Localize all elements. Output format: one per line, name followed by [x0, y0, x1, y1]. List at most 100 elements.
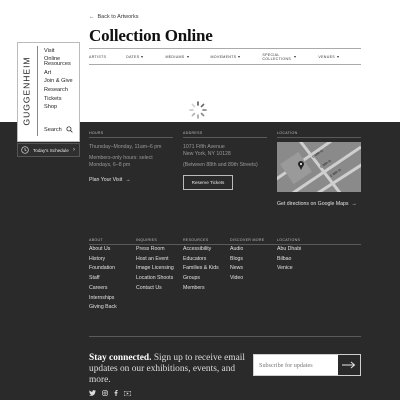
- location-header: LOCATION: [277, 131, 298, 135]
- facebook-icon[interactable]: [114, 390, 118, 396]
- divider: [89, 336, 361, 337]
- footer-link[interactable]: Careers: [89, 284, 117, 294]
- divider: [37, 46, 38, 136]
- arrow-right-icon: →: [125, 177, 131, 183]
- back-to-artworks-link[interactable]: ← Back to Artworks: [89, 14, 138, 20]
- footer-column-header: LOCATIONS: [277, 238, 301, 242]
- inquiries-links: Press Room Host an Event Image Licensing…: [136, 245, 174, 294]
- logo-wordmark: GUGGENHEIM: [22, 56, 32, 126]
- nav-item-visit[interactable]: Visit: [44, 48, 74, 55]
- filter-artists[interactable]: ARTISTS: [89, 55, 106, 59]
- divider: [89, 244, 361, 245]
- footer-link[interactable]: Host an Event: [136, 255, 174, 265]
- footer-link[interactable]: History: [89, 255, 117, 265]
- footer-link[interactable]: Members: [183, 284, 219, 294]
- arrow-right-icon: [342, 361, 356, 369]
- footer-link[interactable]: Video: [230, 274, 243, 284]
- loading-spinner-icon: [189, 101, 207, 119]
- footer-link[interactable]: Audio: [230, 245, 243, 255]
- footer-link[interactable]: Foundation: [89, 264, 117, 274]
- members-hours-line: Mondays, 6–8 pm: [89, 162, 131, 168]
- footer-link[interactable]: News: [230, 264, 243, 274]
- instagram-icon[interactable]: [102, 390, 108, 396]
- footer-link[interactable]: About Us: [89, 245, 117, 255]
- filter-label: ARTISTS: [89, 54, 107, 59]
- nav-item-shop[interactable]: Shop: [44, 104, 74, 111]
- resources-links: Accessibility Educators Families & Kids …: [183, 245, 219, 294]
- filter-label: VENUES: [318, 54, 335, 59]
- hours-header: HOURS: [89, 131, 104, 135]
- footer-column-header: INQUIRIES: [136, 238, 158, 242]
- directions-label: Get directions on Google Maps: [277, 201, 349, 207]
- schedule-label: Today's Schedule: [33, 147, 69, 153]
- footer-column-header: DISCOVER MORE: [230, 238, 265, 242]
- twitter-icon[interactable]: [89, 390, 96, 396]
- newsletter-headline: Stay connected.: [89, 353, 152, 363]
- footer-link[interactable]: Blogs: [230, 255, 243, 265]
- nav-item-tickets[interactable]: Tickets: [44, 96, 74, 103]
- caret-down-icon: [238, 55, 241, 58]
- plan-visit-label: Plan Your Visit: [89, 177, 123, 183]
- footer-column-header: RESOURCES: [183, 238, 209, 242]
- search-icon: [66, 126, 73, 133]
- footer-link[interactable]: Press Room: [136, 245, 174, 255]
- arrow-left-icon: ←: [89, 14, 95, 20]
- newsletter-form: Subscribe for updates: [253, 354, 361, 376]
- footer-link[interactable]: Contact Us: [136, 284, 174, 294]
- social-links: [89, 390, 131, 396]
- footer-link[interactable]: Staff: [89, 274, 117, 284]
- todays-schedule-button[interactable]: Today's Schedule ›: [17, 143, 80, 157]
- subscribe-submit-button[interactable]: [338, 355, 360, 375]
- footer-link[interactable]: Location Shoots: [136, 274, 174, 284]
- nav-search-button[interactable]: Search: [44, 126, 73, 133]
- footer-link[interactable]: Educators: [183, 255, 219, 265]
- nav-item-online-resources[interactable]: Online Resources: [44, 56, 74, 68]
- address-cross-streets: (Between 88th and 89th Streets): [183, 162, 258, 168]
- nav-item-research[interactable]: Research: [44, 87, 74, 94]
- divider: [277, 137, 361, 138]
- footer-column-header: ABOUT: [89, 238, 103, 242]
- filter-label: MEDIUMS: [165, 54, 185, 59]
- location-map[interactable]: E 90th St E 89th St E 88th St: [277, 142, 361, 192]
- filter-movements[interactable]: MOVEMENTS: [211, 55, 241, 59]
- footer-link[interactable]: Internships: [89, 294, 117, 304]
- footer-link[interactable]: Image Licensing: [136, 264, 174, 274]
- address-line: 1071 Fifth Avenue: [183, 144, 225, 150]
- divider: [89, 137, 173, 138]
- footer-link[interactable]: Families & Kids: [183, 264, 219, 274]
- nav-item-join-give[interactable]: Join & Give: [44, 78, 74, 85]
- caret-down-icon: [141, 55, 144, 58]
- youtube-icon[interactable]: [124, 390, 131, 396]
- caret-down-icon: [294, 55, 297, 58]
- locations-links: Abu Dhabi Bilbao Venice: [277, 245, 301, 274]
- address-line: New York, NY 10128: [183, 151, 231, 157]
- divider: [183, 137, 267, 138]
- back-link-label: Back to Artworks: [97, 14, 139, 20]
- filter-venues[interactable]: VENUES: [318, 55, 339, 59]
- filter-label: MOVEMENTS: [210, 54, 237, 59]
- guggenheim-logo[interactable]: GUGGENHEIM: [21, 46, 33, 136]
- footer-link[interactable]: Groups: [183, 274, 219, 284]
- caret-down-icon: [186, 55, 189, 58]
- filter-special-collections[interactable]: SPECIAL COLLECTIONS: [262, 52, 297, 61]
- footer-link[interactable]: Bilbao: [277, 255, 301, 265]
- subscribe-email-input[interactable]: Subscribe for updates: [254, 355, 338, 375]
- footer-link[interactable]: Giving Back: [89, 303, 117, 313]
- search-label: Search: [44, 126, 62, 133]
- map-streets-graphic: E 90th St E 89th St E 88th St: [277, 142, 361, 192]
- chevron-right-icon: ›: [73, 147, 75, 153]
- footer-link[interactable]: Accessibility: [183, 245, 219, 255]
- reserve-tickets-button[interactable]: Reserve Tickets: [183, 175, 233, 190]
- page-title: Collection Online: [89, 26, 213, 45]
- caret-down-icon: [337, 55, 339, 58]
- plan-your-visit-link[interactable]: Plan Your Visit →: [89, 177, 131, 183]
- filter-bar: ARTISTS DATES MEDIUMS MOVEMENTS SPECIAL …: [89, 48, 361, 65]
- google-maps-directions-link[interactable]: Get directions on Google Maps →: [277, 201, 357, 207]
- nav-item-art[interactable]: Art: [44, 70, 74, 77]
- filter-mediums[interactable]: MEDIUMS: [165, 54, 189, 59]
- filter-dates[interactable]: DATES: [126, 55, 144, 59]
- footer-link[interactable]: Abu Dhabi: [277, 245, 301, 255]
- arrow-right-icon: →: [351, 201, 357, 207]
- footer-link[interactable]: Venice: [277, 264, 301, 274]
- filter-label: SPECIAL COLLECTIONS: [262, 52, 292, 61]
